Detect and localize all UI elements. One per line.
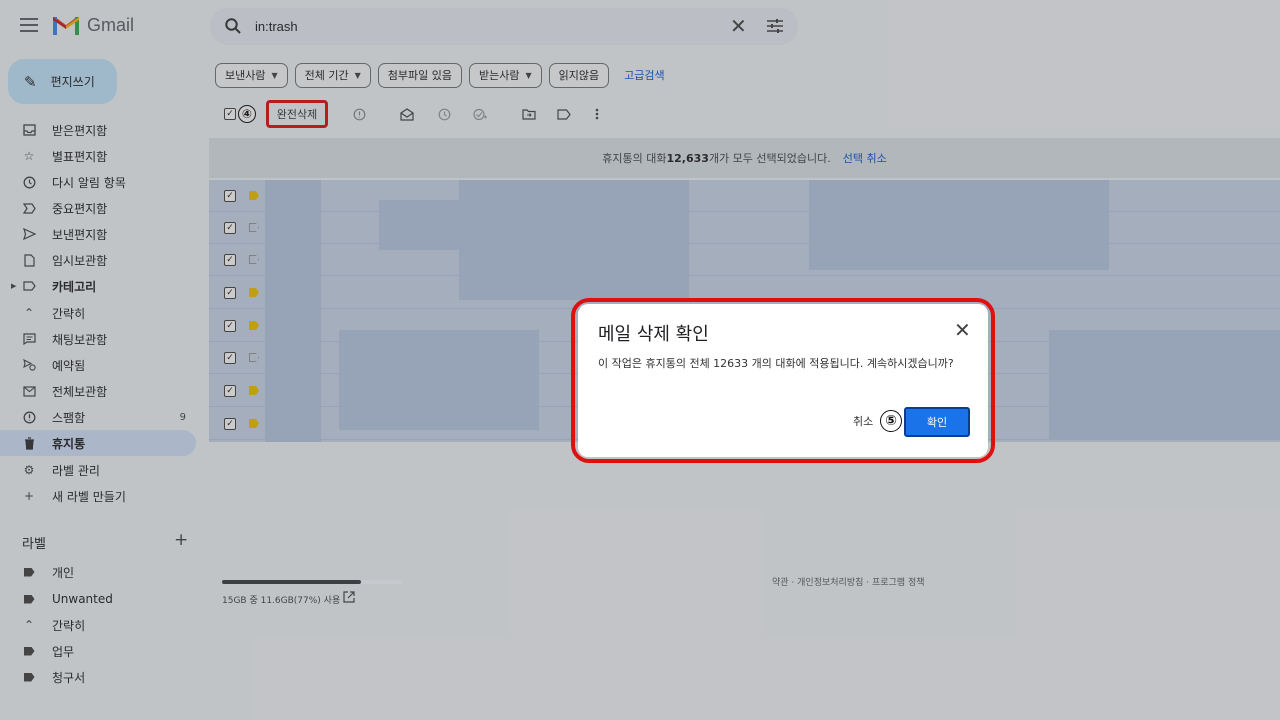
storage-usage-bar [222, 580, 402, 584]
storage-usage-text: 15GB 중 11.6GB(77%) 사용 [222, 596, 341, 606]
footer-links[interactable]: 약관 · 개인정보처리방침 · 프로그램 정책 [772, 575, 925, 588]
confirm-button[interactable]: 확인 [904, 407, 970, 437]
cancel-button[interactable]: 취소 [853, 413, 873, 429]
dialog-message: 이 작업은 휴지통의 전체 12633 개의 대화에 적용됩니다. 계속하시겠습… [598, 357, 954, 370]
storage-usage-fill [222, 580, 361, 584]
dialog-title: 메일 삭제 확인 [598, 324, 709, 345]
step-marker-5: ⑤ [880, 410, 902, 432]
confirm-delete-dialog: 메일 삭제 확인 ✕ 이 작업은 휴지통의 전체 12633 개의 대화에 적용… [578, 304, 988, 457]
close-icon[interactable]: ✕ [954, 320, 971, 340]
open-external-icon[interactable] [343, 591, 355, 603]
